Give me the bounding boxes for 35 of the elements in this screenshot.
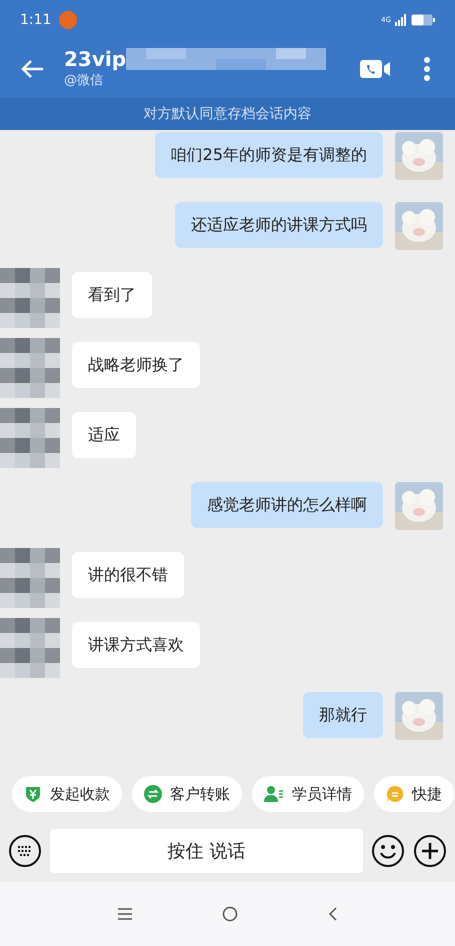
- message-bubble: 战略老师换了: [72, 342, 200, 388]
- keyboard-icon: [8, 834, 42, 868]
- back-arrow-icon: [20, 59, 44, 79]
- hold-to-talk-button[interactable]: 按住 说话: [50, 829, 363, 873]
- archive-notice-banner: 对方默认同意存档会话内容: [0, 98, 455, 130]
- message-bubble: 还适应老师的讲课方式吗: [175, 202, 383, 248]
- message-bubble: 讲的很不错: [72, 552, 184, 598]
- contact-source: @微信: [64, 72, 104, 90]
- quick-action-chip[interactable]: 快捷: [374, 776, 454, 812]
- video-call-icon: [359, 58, 391, 80]
- quick-action-chip[interactable]: 客户转账: [132, 776, 242, 812]
- battery-icon: [411, 14, 435, 26]
- home-icon[interactable]: [222, 906, 238, 922]
- signal-icon: [395, 14, 407, 26]
- add-button[interactable]: [413, 834, 447, 868]
- contact-name: 23vip: [64, 47, 126, 72]
- back-icon[interactable]: [328, 906, 338, 922]
- message-bubble: 看到了: [72, 272, 152, 318]
- message-bubble: 讲课方式喜欢: [72, 622, 200, 668]
- message-bubble: 那就行: [303, 692, 383, 738]
- keyboard-button[interactable]: [8, 834, 42, 868]
- video-call-button[interactable]: [359, 58, 391, 80]
- quick-action-chip[interactable]: 学员详情: [252, 776, 364, 812]
- more-options-icon: [423, 56, 431, 82]
- message-bubble: 感觉老师讲的怎么样啊: [191, 482, 383, 528]
- more-button[interactable]: [423, 56, 431, 82]
- plus-icon: [413, 834, 447, 868]
- message-bubble: 适应: [72, 412, 136, 458]
- quick-action-chip[interactable]: 发起收款: [12, 776, 122, 812]
- message-bubble: 咱们25年的师资是有调整的: [154, 132, 383, 178]
- app-notification-icon: [59, 11, 78, 29]
- menu-icon[interactable]: [118, 908, 132, 920]
- status-time: 1:11: [20, 10, 52, 30]
- smiley-icon: [371, 834, 405, 868]
- emoji-button[interactable]: [371, 834, 405, 868]
